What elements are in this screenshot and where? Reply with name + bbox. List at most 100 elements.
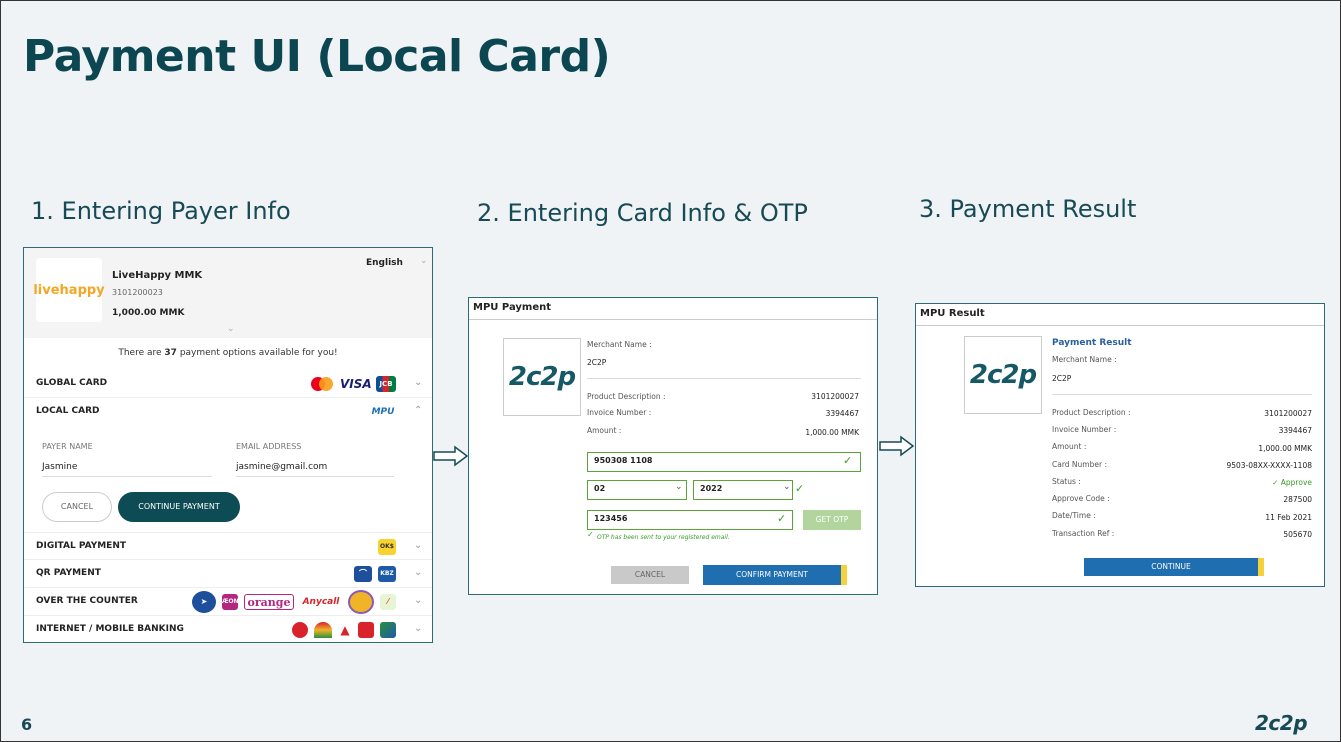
continue-button[interactable]: CONTINUE [1084, 558, 1264, 576]
field-value: 505670 [1283, 530, 1312, 539]
merchant-logo: livehappy [33, 258, 105, 322]
chevron-down-icon: ⌄ [414, 595, 423, 606]
check-icon: ✓ [777, 512, 787, 525]
check-icon: ✓ [843, 454, 853, 467]
arrow-right-icon [433, 445, 469, 467]
merchant-name: 2C2P [1052, 374, 1072, 383]
email-field[interactable]: jasmine@gmail.com [236, 462, 394, 477]
field-label: Transaction Ref : [1052, 529, 1115, 538]
2c2p-logo: 2c2p [964, 336, 1042, 414]
field-label: Approve Code : [1052, 494, 1110, 503]
language-select[interactable]: English [366, 258, 403, 268]
check-icon: ✓ [1272, 478, 1281, 487]
field-value: 1,000.00 MMK [1258, 444, 1312, 453]
anycall-icon: Anycall [302, 597, 340, 607]
email-label: EMAIL ADDRESS [236, 442, 302, 451]
invoice-label: Invoice Number : [587, 408, 652, 417]
page-number: 6 [21, 715, 33, 734]
step-2-label: 2. Entering Card Info & OTP [477, 199, 808, 227]
triangle-bank-icon: ▲ [340, 623, 350, 637]
row-label: OVER THE COUNTER [36, 596, 138, 606]
orange-logo-icon: orange [244, 594, 294, 610]
check-icon: ✓ [587, 530, 594, 539]
field-value: 3101200027 [1264, 409, 1312, 418]
field-label: Invoice Number : [1052, 425, 1117, 434]
card-number-input[interactable]: 950308 1108 [587, 452, 861, 472]
product-desc-label: Product Description : [587, 392, 666, 401]
digital-payment-row[interactable]: DIGITAL PAYMENT OK$ ⌄ [24, 532, 432, 560]
confirm-payment-button[interactable]: CONFIRM PAYMENT [703, 565, 847, 585]
2c2p-logo: 2c2p [503, 338, 581, 416]
mastercard-icon [310, 376, 334, 392]
chevron-down-icon: ⌄ [414, 623, 423, 634]
payer-info-panel: livehappy LiveHappy MMK 3101200023 1,000… [23, 247, 433, 643]
aeon-icon: ÆON [222, 594, 239, 610]
field-value: 287500 [1283, 495, 1312, 504]
chevron-down-icon: ⌄ [414, 377, 423, 388]
ok-dollar-icon: OK$ [378, 539, 396, 555]
payment-amount: 1,000.00 MMK [112, 308, 185, 318]
chevron-down-icon: ⌄ [414, 540, 423, 551]
kbzpay-icon: KBZ [378, 566, 396, 582]
step-3-label: 3. Payment Result [919, 195, 1137, 223]
local-card-row[interactable]: LOCAL CARD MPU ⌃ [24, 398, 432, 426]
chevron-down-icon: ⌄ [414, 567, 423, 578]
row-label: DIGITAL PAYMENT [36, 541, 126, 551]
chevron-down-icon: ⌄ [783, 482, 791, 492]
row-label: LOCAL CARD [36, 406, 100, 416]
invoice-value: 3394467 [825, 409, 859, 418]
get-otp-button[interactable]: GET OTP [803, 510, 861, 530]
field-label: Product Description : [1052, 408, 1131, 417]
global-card-row[interactable]: GLOBAL CARD VISA JCB ⌄ [24, 370, 432, 398]
step-1-label: 1. Entering Payer Info [31, 197, 291, 225]
field-value: 9503-08XX-XXXX-1108 [1226, 461, 1312, 470]
mpu-icon: MPU [371, 407, 395, 417]
payment-options-count: There are 37 payment options available f… [118, 348, 338, 358]
expiry-year-select[interactable]: 2022 [693, 480, 793, 500]
mpu-result-panel: MPU Result 2c2p Payment Result Merchant … [915, 303, 1325, 587]
chevron-down-icon[interactable]: ⌄ [227, 324, 235, 334]
field-label: Status : [1052, 477, 1081, 486]
divider [1052, 394, 1312, 395]
divider [587, 378, 861, 379]
otp-sent-message: OTP has been sent to your registered ema… [597, 534, 730, 541]
row-label: INTERNET / MOBILE BANKING [36, 624, 184, 634]
product-desc-value: 3101200027 [811, 392, 859, 401]
slide: Payment UI (Local Card) 1. Entering Paye… [0, 0, 1341, 742]
merchant-header: livehappy LiveHappy MMK 3101200023 1,000… [24, 248, 432, 338]
send-icon: ➤ [192, 591, 216, 613]
payer-name-field[interactable]: Jasmine [42, 462, 212, 477]
expiry-month-select[interactable]: 02 [587, 480, 687, 500]
row-label: QR PAYMENT [36, 568, 101, 578]
bank-card-icon [358, 622, 374, 638]
slide-title: Payment UI (Local Card) [23, 31, 611, 82]
continue-payment-button[interactable]: CONTINUE PAYMENT [118, 492, 240, 522]
merchant-name: LiveHappy MMK [112, 270, 203, 281]
chevron-down-icon: ⌄ [675, 482, 683, 492]
chevron-down-icon[interactable]: ⌄ [420, 256, 428, 266]
qr-bank-icon: ⌒ [354, 566, 372, 582]
check-icon: ✓ [795, 482, 805, 495]
cancel-button[interactable]: CANCEL [42, 492, 112, 522]
qr-payment-row[interactable]: QR PAYMENT ⌒ KBZ ⌄ [24, 560, 432, 588]
field-label: Card Number : [1052, 460, 1107, 469]
leaf-bank-icon [380, 622, 396, 638]
panel-header: MPU Payment [469, 298, 877, 320]
field-label: Date/Time : [1052, 511, 1096, 520]
row-label: GLOBAL CARD [36, 378, 108, 388]
field-value: 3394467 [1278, 426, 1312, 435]
amount-label: Amount : [587, 426, 622, 435]
mpu-payment-panel: MPU Payment 2c2p Merchant Name : 2C2P Pr… [468, 297, 878, 595]
footer-logo: 2c2p [1255, 711, 1308, 735]
payment-result-title: Payment Result [1052, 338, 1132, 348]
over-the-counter-row[interactable]: OVER THE COUNTER ➤ ÆON orange Anycall ⁄ … [24, 588, 432, 616]
internet-banking-row[interactable]: INTERNET / MOBILE BANKING ▲ ⌄ [24, 616, 432, 642]
slash-icon: ⁄ [380, 594, 396, 610]
coin-icon [348, 590, 374, 614]
status-value: ✓ Approve [1272, 478, 1312, 487]
merchant-name-label: Merchant Name : [1052, 355, 1117, 364]
visa-icon: VISA [340, 377, 372, 391]
otp-input[interactable]: 123456 [587, 510, 793, 530]
cancel-button[interactable]: CANCEL [611, 566, 689, 584]
amount-value: 1,000.00 MMK [805, 428, 859, 437]
